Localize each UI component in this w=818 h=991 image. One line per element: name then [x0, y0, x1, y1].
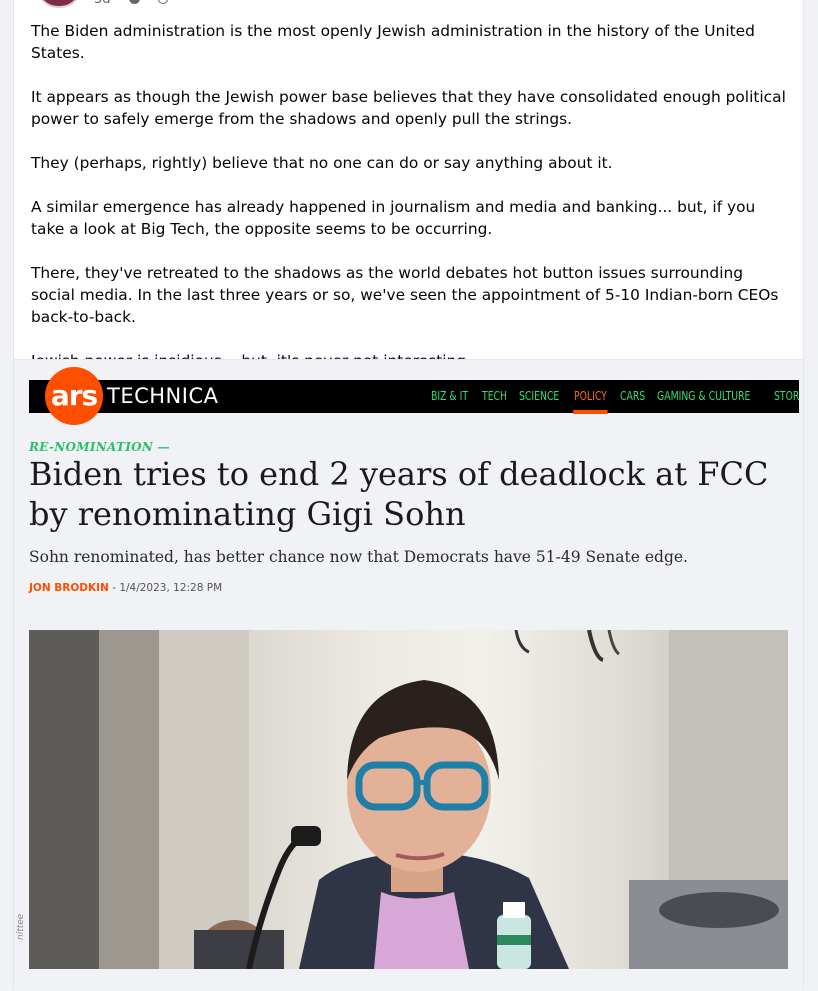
article-author: JON BRODKIN [29, 582, 109, 594]
hero-photo [29, 630, 788, 969]
post-timestamp[interactable]: 3d [94, 0, 111, 7]
post-card: 3d · · The Biden administration is the m… [13, 0, 804, 991]
privacy-icon[interactable] [158, 0, 169, 4]
article-byline: JON BRODKIN - 1/4/2023, 12:28 PM [29, 582, 222, 594]
ars-nav-bar: ars TECHNICA BIZ & IT TECH SCIENCE POLIC… [29, 367, 799, 425]
article-kicker: RE-NOMINATION — [29, 440, 170, 454]
ars-menu: BIZ & IT TECH SCIENCE POLICY CARS GAMING… [425, 380, 803, 414]
photo-credit: nittee [16, 913, 26, 940]
nav-item-cars: CARS [620, 389, 646, 403]
nav-item-biz-it: BIZ & IT [431, 389, 469, 403]
shared-article-image[interactable]: ars TECHNICA BIZ & IT TECH SCIENCE POLIC… [14, 359, 803, 991]
article-dek: Sohn renominated, has better chance now … [29, 548, 688, 566]
nav-item-stories: STOR [773, 389, 800, 403]
meta-separator: · [147, 0, 151, 7]
nav-item-science: SCIENCE [519, 389, 560, 403]
meta-separator: · [118, 0, 122, 7]
globe-icon [128, 0, 140, 4]
nav-item-gaming-culture: GAMING & CULTURE [657, 389, 751, 403]
nav-item-policy: POLICY [568, 380, 613, 414]
nav-item-tech: TECH [482, 389, 508, 403]
post-paragraph: There, they've retreated to the shadows … [31, 264, 779, 326]
hero-photo-illustration [29, 630, 788, 969]
post-meta: 3d · · [94, 0, 169, 7]
post-header: 3d · · [34, 0, 234, 10]
post-paragraph: The Biden administration is the most ope… [31, 22, 755, 62]
article-date: - 1/4/2023, 12:28 PM [112, 582, 223, 594]
post-paragraph: It appears as though the Jewish power ba… [31, 88, 786, 128]
article-headline: Biden tries to end 2 years of deadlock a… [29, 455, 769, 533]
post-text: The Biden administration is the most ope… [31, 20, 791, 394]
post-paragraph: A similar emergence has already happened… [31, 198, 756, 238]
post-paragraph: They (perhaps, rightly) believe that no … [31, 154, 613, 172]
avatar[interactable] [36, 0, 82, 8]
ars-logo-text: TECHNICA [107, 384, 219, 408]
ars-logo-mark: ars [45, 367, 103, 425]
